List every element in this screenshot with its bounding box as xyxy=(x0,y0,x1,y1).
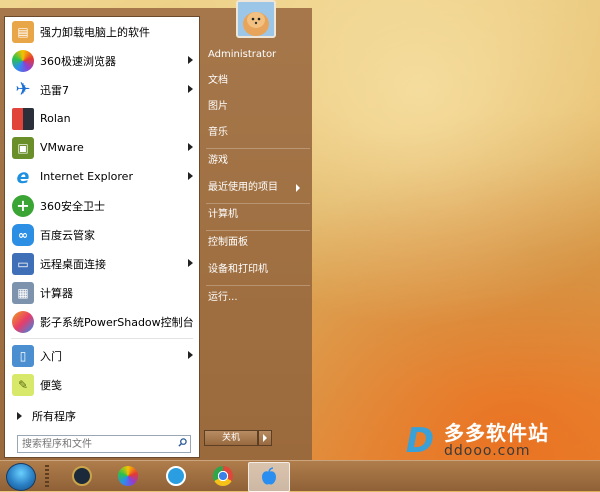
all-programs-label: 所有程序 xyxy=(32,410,76,423)
expand-arrow-icon xyxy=(17,412,22,420)
computer-link[interactable]: 计算机 xyxy=(208,206,308,224)
program-label: 便笺 xyxy=(40,378,62,392)
documents-link[interactable]: 文档 xyxy=(208,72,308,90)
taskbar-app-360-browser[interactable] xyxy=(108,462,148,490)
360-safe-icon: + xyxy=(12,194,34,217)
program-label: 影子系统PowerShadow控制台 xyxy=(40,315,194,329)
program-label: 强力卸载电脑上的软件 xyxy=(40,25,150,39)
user-name-link[interactable]: Administrator xyxy=(208,46,308,64)
separator xyxy=(206,230,310,231)
vmware-icon: ▣ xyxy=(12,136,34,159)
rolan-icon xyxy=(12,107,34,130)
watermark-logo: D 多多软件站 ddooo.com xyxy=(402,422,600,460)
taskbar-app-lol[interactable] xyxy=(62,462,102,490)
program-item-uninstall[interactable]: ▤ 强力卸载电脑上的软件 xyxy=(5,17,199,46)
program-item-vmware[interactable]: ▣ VMware xyxy=(5,133,199,162)
program-item-powershadow[interactable]: 影子系统PowerShadow控制台 xyxy=(5,307,199,336)
programs-pane: ▤ 强力卸载电脑上的软件 360极速浏览器 ✈ 迅雷7 Rolan ▣ VMwa… xyxy=(4,16,200,458)
apple-icon xyxy=(262,467,276,485)
submenu-arrow-icon xyxy=(188,172,193,180)
dog-avatar-icon xyxy=(238,2,274,36)
program-label: VMware xyxy=(40,141,84,154)
program-label: 360安全卫士 xyxy=(40,199,105,213)
program-item-360-safe[interactable]: + 360安全卫士 xyxy=(5,191,199,220)
recent-items-link[interactable]: 最近使用的项目 xyxy=(208,179,308,197)
games-link[interactable]: 游戏 xyxy=(208,152,308,170)
control-panel-link[interactable]: 控制面板 xyxy=(208,234,308,252)
submenu-arrow-icon xyxy=(188,85,193,93)
program-label: 迅雷7 xyxy=(40,83,69,97)
shutdown-button[interactable]: 关机 xyxy=(204,430,258,446)
360-browser-icon xyxy=(118,466,138,486)
program-item-baidu-cloud[interactable]: ∞ 百度云管家 xyxy=(5,220,199,249)
program-list: ▤ 强力卸载电脑上的软件 360极速浏览器 ✈ 迅雷7 Rolan ▣ VMwa… xyxy=(5,17,199,399)
taskbar-app-chrome[interactable] xyxy=(203,462,243,490)
program-item-calculator[interactable]: ▦ 计算器 xyxy=(5,278,199,307)
lol-client-icon xyxy=(72,466,92,486)
calculator-icon: ▦ xyxy=(12,281,34,304)
sticky-notes-icon: ✎ xyxy=(12,373,34,396)
taskbar xyxy=(0,460,600,492)
search-icon[interactable] xyxy=(178,438,187,447)
watermark-d-icon: D xyxy=(405,421,435,461)
all-programs-button[interactable]: 所有程序 xyxy=(5,403,199,429)
taskbar-app-k[interactable] xyxy=(156,462,196,490)
recent-items-label: 最近使用的项目 xyxy=(208,182,278,193)
chrome-icon xyxy=(213,466,233,486)
program-label: 远程桌面连接 xyxy=(40,257,106,271)
program-label: 百度云管家 xyxy=(40,228,95,242)
submenu-arrow-icon xyxy=(188,143,193,151)
watermark-title: 多多软件站 xyxy=(444,421,549,445)
program-item-thunder[interactable]: ✈ 迅雷7 xyxy=(5,75,199,104)
getting-started-icon: ▯ xyxy=(12,344,34,367)
separator xyxy=(11,338,193,339)
program-label: Internet Explorer xyxy=(40,170,133,183)
music-link[interactable]: 音乐 xyxy=(208,124,308,142)
remote-desktop-icon: ▭ xyxy=(12,252,34,275)
ie-icon: e xyxy=(12,165,34,188)
submenu-arrow-icon xyxy=(188,259,193,267)
program-item-sticky-notes[interactable]: ✎ 便笺 xyxy=(5,370,199,399)
program-label: 计算器 xyxy=(40,286,73,300)
separator xyxy=(206,148,310,149)
360-browser-icon xyxy=(12,49,34,72)
program-item-rolan[interactable]: Rolan xyxy=(5,104,199,133)
program-item-ie[interactable]: e Internet Explorer xyxy=(5,162,199,191)
separator xyxy=(206,285,310,286)
thunder-bird-icon: ✈ xyxy=(12,78,34,101)
program-label: Rolan xyxy=(40,112,71,125)
shutdown-options-button[interactable] xyxy=(258,430,272,446)
submenu-arrow-icon xyxy=(188,56,193,64)
program-item-remote-desktop[interactable]: ▭ 远程桌面连接 xyxy=(5,249,199,278)
devices-printers-link[interactable]: 设备和打印机 xyxy=(208,261,308,279)
separator xyxy=(206,203,310,204)
taskbar-app-apple[interactable] xyxy=(248,462,290,492)
program-label: 360极速浏览器 xyxy=(40,54,116,68)
user-avatar[interactable] xyxy=(236,0,276,38)
uninstall-box-icon: ▤ xyxy=(12,20,34,43)
pictures-link[interactable]: 图片 xyxy=(208,98,308,116)
taskbar-grip[interactable] xyxy=(45,465,49,487)
start-menu: ▤ 强力卸载电脑上的软件 360极速浏览器 ✈ 迅雷7 Rolan ▣ VMwa… xyxy=(0,0,312,460)
program-label: 入门 xyxy=(40,349,62,363)
start-button[interactable] xyxy=(6,463,36,491)
places-pane: Administrator 文档 图片 音乐 游戏 最近使用的项目 计算机 控制… xyxy=(200,0,312,460)
search-input[interactable] xyxy=(18,437,170,452)
program-item-360-browser[interactable]: 360极速浏览器 xyxy=(5,46,199,75)
watermark-url: ddooo.com xyxy=(444,443,531,459)
powershadow-icon xyxy=(12,310,34,333)
submenu-arrow-icon xyxy=(188,351,193,359)
baidu-cloud-icon: ∞ xyxy=(12,223,34,246)
search-box[interactable] xyxy=(17,435,191,453)
k-app-icon xyxy=(166,466,186,486)
run-link[interactable]: 运行... xyxy=(208,289,308,307)
submenu-arrow-icon xyxy=(296,184,300,192)
program-item-getting-started[interactable]: ▯ 入门 xyxy=(5,341,199,370)
